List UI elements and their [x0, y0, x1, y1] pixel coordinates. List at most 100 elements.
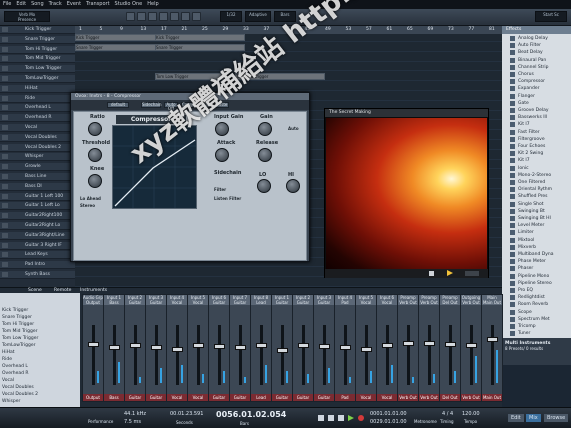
- browser-item[interactable]: Kit I7: [502, 121, 571, 128]
- mute-solo-icon[interactable]: [2, 262, 8, 268]
- fader-cap[interactable]: [193, 343, 204, 348]
- menu-item-studio-one[interactable]: Studio One: [115, 1, 143, 7]
- mixer-channel-item[interactable]: Kick Trigger: [2, 307, 78, 314]
- browser-item[interactable]: Gate: [502, 100, 571, 107]
- knee-knob[interactable]: [88, 174, 102, 188]
- track-header[interactable]: HiHat: [0, 84, 75, 93]
- timing-label[interactable]: Timing: [440, 419, 454, 424]
- menu-item-help[interactable]: Help: [147, 1, 158, 7]
- fader-cap[interactable]: [487, 337, 498, 342]
- browser-item[interactable]: Kit I7: [502, 157, 571, 164]
- mixer-channel-item[interactable]: Vocal Doubles 2: [2, 391, 78, 398]
- browser-item[interactable]: Auto Filter: [502, 42, 571, 49]
- browser-item[interactable]: Oriental Rythm: [502, 186, 571, 193]
- track-header[interactable]: Vocal: [0, 124, 75, 132]
- browser-item[interactable]: Room Reverb: [502, 301, 571, 308]
- browser-item[interactable]: Swinging Bt HI: [502, 215, 571, 222]
- fader-cap[interactable]: [319, 344, 330, 350]
- bend-tool-icon[interactable]: [192, 12, 201, 21]
- browser-item[interactable]: Channel Strip: [502, 64, 571, 71]
- track-header[interactable]: Guitar 3 Right IF: [0, 241, 75, 250]
- browser-item[interactable]: Pipeline Mono: [502, 273, 571, 280]
- time-signature[interactable]: 4 / 4: [442, 411, 453, 417]
- fader-cap[interactable]: [361, 346, 372, 352]
- listen-filter-label[interactable]: Listen Filter: [214, 196, 241, 201]
- browser-item[interactable]: Tuner: [502, 330, 571, 337]
- audio-clip[interactable]: Kick Trigger: [155, 34, 245, 41]
- channel-header[interactable]: Outgoing Verb Out: [461, 295, 481, 305]
- browser-item[interactable]: Pro EQ: [502, 287, 571, 294]
- mute-solo-icon[interactable]: [2, 27, 8, 32]
- audio-clip[interactable]: Snare Trigger: [75, 43, 157, 51]
- browser-item[interactable]: Shuffled Pres: [502, 193, 571, 200]
- mute-solo-icon[interactable]: [2, 144, 8, 150]
- input-gain-knob[interactable]: [215, 122, 229, 136]
- track-lane[interactable]: [75, 83, 502, 91]
- browser-item[interactable]: Binaural Pan: [502, 57, 571, 64]
- browser-item[interactable]: Analog Delay: [502, 35, 571, 42]
- stop-icon[interactable]: [429, 271, 434, 276]
- gain-knob[interactable]: [258, 122, 272, 136]
- mute-solo-icon[interactable]: [2, 105, 8, 111]
- fader-cap[interactable]: [382, 343, 393, 348]
- browser-item[interactable]: Flanger: [502, 93, 571, 100]
- mute-solo-icon[interactable]: [2, 232, 8, 238]
- split-tool-icon[interactable]: [148, 12, 157, 21]
- track-header[interactable]: Tom Low Trigger: [0, 65, 75, 74]
- browser-item[interactable]: Mixtool: [502, 237, 571, 244]
- mixer-channel-item[interactable]: Ride: [2, 356, 78, 363]
- channel-header[interactable]: Input 2 Guitar: [293, 295, 313, 305]
- lo-knob[interactable]: [257, 179, 271, 193]
- mixer-channel-item[interactable]: Tom Low Trigger: [2, 335, 78, 342]
- menu-item-song[interactable]: Song: [31, 1, 44, 7]
- channel-header[interactable]: Input 8 Lead: [251, 295, 271, 305]
- channel-header[interactable]: Input 1 Bass: [104, 295, 124, 305]
- threshold-knob[interactable]: [88, 148, 102, 162]
- browser-item[interactable]: Phaser: [502, 265, 571, 272]
- browser-item[interactable]: Mixverb: [502, 244, 571, 251]
- mute-solo-icon[interactable]: [2, 193, 8, 199]
- menu-item-transport[interactable]: Transport: [86, 1, 109, 7]
- metronome-label[interactable]: Metronome: [414, 419, 437, 424]
- track-header[interactable]: Guitar 1 Left 100: [0, 192, 75, 201]
- loop-start[interactable]: 0001.01.01.00: [370, 411, 407, 417]
- browser-item[interactable]: Tricomp: [502, 323, 571, 330]
- volume-slider[interactable]: [465, 271, 479, 276]
- mute-solo-icon[interactable]: [2, 46, 8, 52]
- track-name-field[interactable]: Verb Mo Presence: [4, 11, 50, 22]
- mixer-channel-item[interactable]: HiHat: [2, 349, 78, 356]
- channel-header[interactable]: Input 3 Guitar: [146, 295, 166, 305]
- menu-item-edit[interactable]: Edit: [16, 1, 26, 7]
- play-button-icon[interactable]: [348, 415, 354, 421]
- browser-item[interactable]: Groove Delay: [502, 107, 571, 114]
- mixer-channel-item[interactable]: TomLowTrigger: [2, 342, 78, 349]
- fader-cap[interactable]: [340, 345, 351, 351]
- track-header[interactable]: Overhead R: [0, 114, 75, 123]
- track-lane[interactable]: [75, 279, 502, 287]
- mute-solo-icon[interactable]: [2, 164, 8, 170]
- fader-cap[interactable]: [298, 343, 309, 348]
- track-header[interactable]: Guitar2Right Lo: [0, 222, 75, 230]
- channel-header[interactable]: Input 5 Vocal: [356, 295, 376, 305]
- paint-tool-icon[interactable]: [170, 12, 179, 21]
- mute-solo-icon[interactable]: [2, 95, 8, 101]
- mute-solo-icon[interactable]: [2, 66, 8, 72]
- fader-cap[interactable]: [109, 345, 120, 351]
- filter-label[interactable]: Filter: [214, 187, 226, 192]
- preset-select[interactable]: default: [107, 102, 129, 108]
- browser-header[interactable]: Effects: [502, 26, 571, 34]
- track-header[interactable]: Guitar 1 Left Lo: [0, 202, 75, 211]
- channel-header[interactable]: Input 2 Guitar: [125, 295, 145, 305]
- mixer-channel-item[interactable]: Tom Mid Trigger: [2, 328, 78, 335]
- fader-cap[interactable]: [424, 340, 435, 346]
- browser-item[interactable]: Four Echoes: [502, 143, 571, 150]
- channel-header[interactable]: Input 5 Vocal: [188, 295, 208, 305]
- mute-tool-icon[interactable]: [181, 12, 190, 21]
- mute-solo-icon[interactable]: [2, 76, 8, 81]
- track-header[interactable]: Overhead L: [0, 104, 75, 113]
- browser-item[interactable]: Compressor: [502, 78, 571, 85]
- browser-item[interactable]: Filtergroove: [502, 136, 571, 143]
- browser-item[interactable]: Redlightdist: [502, 294, 571, 301]
- browser-item[interactable]: Scope: [502, 309, 571, 316]
- range-tool-icon[interactable]: [137, 12, 146, 21]
